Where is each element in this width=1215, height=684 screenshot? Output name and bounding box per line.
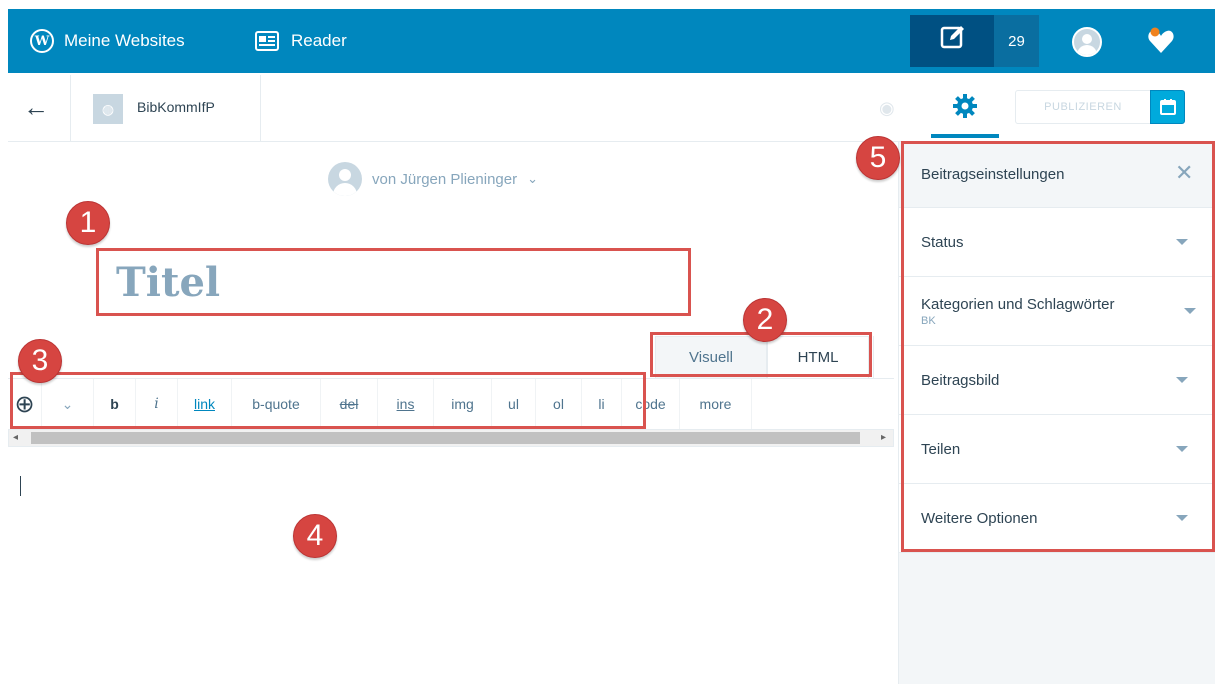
reader-icon	[255, 31, 279, 51]
callout-badge-4: 4	[293, 514, 337, 558]
callout-title-box	[96, 248, 691, 316]
scrollbar-thumb[interactable]	[31, 432, 860, 444]
notifications-icon[interactable]	[1146, 26, 1176, 56]
calendar-icon	[1159, 99, 1176, 115]
write-icon	[940, 26, 964, 49]
callout-badge-3: 3	[18, 339, 62, 383]
author-avatar	[328, 162, 362, 196]
site-globe-icon[interactable]: ◍	[93, 94, 123, 124]
divider	[70, 75, 71, 142]
post-author-selector[interactable]: von Jürgen Plieninger ⌄	[328, 162, 538, 196]
callout-sidebar-box	[901, 141, 1215, 552]
notification-count[interactable]: 29	[994, 15, 1039, 67]
gear-icon	[953, 94, 977, 118]
avatar[interactable]	[1072, 27, 1102, 57]
editor-header: ← ◍ BibKommIfP ◉ PUBLIZIEREN	[8, 75, 1215, 142]
scroll-right-icon[interactable]: ▸	[881, 430, 886, 446]
callout-badge-5: 5	[856, 136, 900, 180]
publish-button[interactable]: PUBLIZIEREN	[1015, 90, 1151, 124]
callout-badge-2: 2	[743, 298, 787, 342]
reader-link[interactable]: Reader	[255, 9, 347, 73]
post-content-editor[interactable]	[8, 447, 894, 684]
toolbar-horizontal-scrollbar[interactable]: ◂ ▸	[8, 429, 894, 447]
divider	[260, 75, 261, 142]
chevron-down-icon: ⌄	[527, 171, 538, 186]
settings-gear-button[interactable]	[931, 75, 999, 137]
author-name: von Jürgen Plieninger	[372, 170, 518, 188]
more-button[interactable]: more	[680, 378, 752, 430]
preview-eye-icon[interactable]: ◉	[879, 98, 895, 119]
active-tab-indicator	[931, 134, 999, 138]
scroll-left-icon[interactable]: ◂	[13, 430, 18, 446]
reader-label: Reader	[291, 31, 347, 50]
masterbar: W Meine Websites Reader 29	[8, 9, 1215, 73]
divider	[873, 336, 874, 378]
callout-toolbar-box	[10, 372, 646, 429]
my-sites-label: Meine Websites	[64, 31, 185, 50]
back-arrow-icon[interactable]: ←	[23, 93, 49, 121]
site-name[interactable]: BibKommIfP	[137, 99, 215, 115]
callout-badge-1: 1	[66, 201, 110, 245]
wordpress-logo-icon: W	[30, 29, 54, 53]
schedule-button[interactable]	[1150, 90, 1185, 124]
text-caret	[20, 476, 21, 496]
my-sites-link[interactable]: W Meine Websites	[30, 9, 185, 73]
